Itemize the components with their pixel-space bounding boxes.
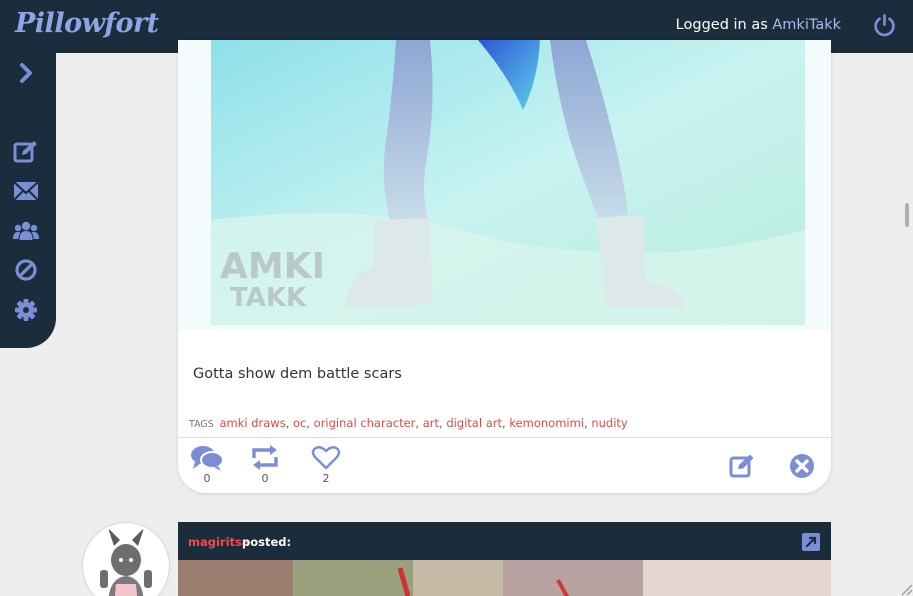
post-card-2: magiritsa posted: — [178, 522, 831, 596]
tag-link[interactable]: digital art — [446, 416, 502, 430]
likes-count: 2 — [322, 472, 330, 485]
tag-link[interactable]: nudity — [591, 416, 627, 430]
comments-button[interactable]: 0 — [190, 445, 224, 485]
reblog-button[interactable]: 0 — [248, 445, 282, 485]
post-artwork-2[interactable] — [178, 560, 831, 596]
chevron-right-icon[interactable] — [13, 61, 39, 85]
action-divider — [178, 437, 831, 438]
resize-grip-icon[interactable] — [899, 580, 913, 596]
tag-link[interactable]: original character — [314, 416, 416, 430]
gear-icon[interactable] — [13, 298, 39, 322]
block-icon[interactable] — [13, 258, 39, 282]
post-tags: TAGS amki draws, oc, original character,… — [189, 416, 628, 430]
compose-icon[interactable] — [13, 140, 39, 164]
edit-icon[interactable] — [729, 453, 755, 479]
post-header: magiritsa posted: — [178, 522, 831, 560]
posted-label: posted: — [242, 535, 292, 549]
reblogs-count: 0 — [261, 472, 269, 485]
external-link-icon[interactable] — [802, 533, 820, 551]
post-artwork[interactable]: AMKI TAKK — [178, 40, 831, 330]
watermark-takk: TAKK — [230, 283, 307, 313]
login-status: Logged in as AmkiTakk — [676, 17, 841, 33]
avatar[interactable] — [83, 523, 169, 596]
logged-in-label: Logged in as — [675, 17, 773, 33]
watermark-amki: AMKI — [220, 246, 325, 287]
tag-link[interactable]: oc — [293, 416, 306, 430]
delete-icon[interactable] — [789, 453, 815, 479]
comments-count: 0 — [203, 472, 211, 485]
power-icon[interactable] — [872, 13, 897, 38]
sidebar-nav — [0, 53, 56, 348]
username-link[interactable]: AmkiTakk — [772, 17, 841, 33]
reblog-icon — [252, 445, 278, 470]
post-card: AMKI TAKK Gotta show dem battle scars TA… — [178, 40, 831, 493]
post-caption: Gotta show dem battle scars — [193, 366, 402, 382]
tag-link[interactable]: art — [423, 416, 439, 430]
scrollbar-thumb[interactable] — [905, 203, 909, 227]
tag-link[interactable]: kemonomimi — [509, 416, 584, 430]
users-icon[interactable] — [13, 219, 39, 243]
tag-link[interactable]: amki draws — [219, 416, 285, 430]
like-button[interactable]: 2 — [309, 445, 343, 485]
envelope-icon[interactable] — [13, 179, 39, 203]
tags-label: TAGS — [189, 419, 214, 430]
pillowfort-logo[interactable]: Pillowfort — [15, 8, 159, 39]
comments-icon — [191, 446, 224, 471]
heart-icon — [311, 446, 341, 470]
poster-username-link[interactable]: magiritsa — [188, 535, 250, 549]
